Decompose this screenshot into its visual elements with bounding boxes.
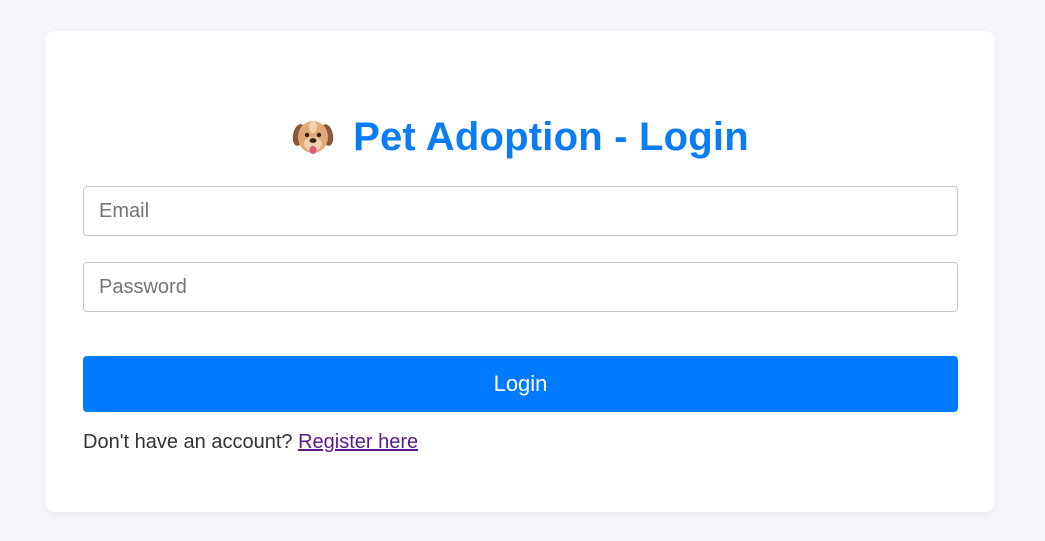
register-prompt: Don't have an account? bbox=[83, 431, 299, 453]
password-input[interactable] bbox=[83, 262, 958, 312]
register-link[interactable]: Register here bbox=[298, 431, 418, 453]
login-card: Pet Adoption - Login Login Don't have an… bbox=[45, 31, 995, 512]
register-row: Don't have an account? Register here bbox=[83, 431, 418, 454]
email-input[interactable] bbox=[83, 186, 958, 236]
dog-face-icon bbox=[292, 121, 334, 154]
title-row: Pet Adoption - Login bbox=[45, 109, 995, 165]
page-title: Pet Adoption - Login bbox=[353, 114, 749, 159]
login-button[interactable]: Login bbox=[83, 356, 958, 412]
